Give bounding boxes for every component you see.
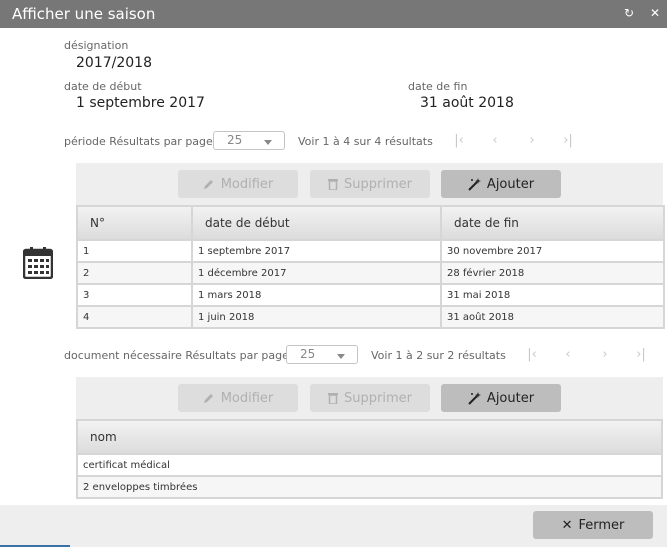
pencil-icon — [203, 394, 213, 403]
periods-header-row: N° date de début date de fin — [76, 205, 665, 241]
periods-modify-button[interactable]: Modifier — [178, 170, 298, 198]
cell-end-date: 30 novembre 2017 — [440, 239, 665, 263]
cell-number: 2 — [76, 261, 193, 285]
last-page-icon[interactable]: ›| — [631, 346, 651, 364]
cell-name: certificat médical — [76, 453, 663, 477]
first-page-icon[interactable]: |‹ — [522, 346, 542, 364]
periods-delete-label: Supprimer — [344, 176, 412, 192]
close-button[interactable]: ✕ Fermer — [533, 511, 653, 539]
calendar-icon — [23, 247, 53, 279]
cell-start-date: 1 juin 2018 — [191, 305, 442, 329]
periods-pager-label: période Résultats par page — [64, 135, 213, 148]
window-titlebar: Afficher une saison ↻ ✕ — [0, 0, 667, 28]
documents-modify-label: Modifier — [220, 390, 274, 406]
column-header-number[interactable]: N° — [76, 205, 193, 241]
column-header-start-date[interactable]: date de début — [191, 205, 442, 241]
window-title: Afficher une saison — [12, 5, 156, 23]
column-header-name[interactable]: nom — [76, 419, 663, 455]
documents-toolbar: Modifier Supprimer Ajouter — [76, 377, 663, 419]
documents-delete-label: Supprimer — [344, 390, 412, 406]
table-row[interactable]: 1 1 septembre 2017 30 novembre 2017 — [76, 239, 665, 263]
close-icon[interactable]: ✕ — [647, 5, 663, 21]
table-row[interactable]: 2 enveloppes timbrées — [76, 475, 663, 499]
periods-page-size-value: 25 — [227, 133, 243, 147]
cell-number: 3 — [76, 283, 193, 307]
periods-modify-label: Modifier — [220, 176, 274, 192]
next-page-icon[interactable]: › — [595, 346, 615, 364]
cell-start-date: 1 septembre 2017 — [191, 239, 442, 263]
documents-header-row: nom — [76, 419, 663, 455]
cell-number: 4 — [76, 305, 193, 329]
close-icon: ✕ — [561, 517, 573, 533]
refresh-icon[interactable]: ↻ — [621, 5, 637, 21]
previous-page-icon[interactable]: ‹ — [558, 346, 578, 364]
cell-name: 2 enveloppes timbrées — [76, 475, 663, 499]
cell-start-date: 1 mars 2018 — [191, 283, 442, 307]
periods-toolbar: Modifier Supprimer Ajouter — [76, 163, 663, 205]
trash-icon — [328, 179, 339, 190]
previous-page-icon[interactable]: ‹ — [485, 132, 505, 150]
pencil-icon — [203, 180, 213, 189]
table-row[interactable]: 2 1 décembre 2017 28 février 2018 — [76, 261, 665, 285]
cell-start-date: 1 décembre 2017 — [191, 261, 442, 285]
designation-value: 2017/2018 — [76, 55, 152, 71]
periods-pager: période Résultats par page 25 Voir 1 à 4… — [64, 131, 584, 151]
trash-icon — [328, 393, 339, 404]
documents-grid: Modifier Supprimer Ajouter nom certifica… — [76, 377, 663, 499]
close-button-label: Fermer — [578, 517, 625, 533]
start-date-label: date de début — [64, 80, 142, 93]
end-date-label: date de fin — [408, 80, 468, 93]
last-page-icon[interactable]: ›| — [558, 132, 578, 150]
chevron-down-icon — [337, 354, 345, 359]
documents-page-size-value: 25 — [300, 347, 316, 361]
periods-page-size-select[interactable]: 25 — [213, 131, 285, 150]
first-page-icon[interactable]: |‹ — [449, 132, 469, 150]
documents-delete-button[interactable]: Supprimer — [310, 384, 430, 412]
cell-end-date: 31 août 2018 — [440, 305, 665, 329]
magic-wand-icon — [468, 391, 481, 405]
documents-table: nom certificat médical 2 enveloppes timb… — [76, 419, 663, 499]
documents-results-info: Voir 1 à 2 sur 2 résultats — [371, 349, 506, 362]
cell-number: 1 — [76, 239, 193, 263]
periods-table: N° date de début date de fin 1 1 septemb… — [76, 205, 665, 329]
dialog-footer: ✕ Fermer — [0, 505, 667, 547]
start-date-value: 1 septembre 2017 — [76, 95, 205, 111]
designation-label: désignation — [64, 39, 129, 52]
documents-page-size-select[interactable]: 25 — [286, 345, 358, 364]
documents-add-label: Ajouter — [486, 390, 535, 406]
next-page-icon[interactable]: › — [522, 132, 542, 150]
periods-add-button[interactable]: Ajouter — [441, 170, 561, 198]
table-row[interactable]: 4 1 juin 2018 31 août 2018 — [76, 305, 665, 329]
table-row[interactable]: 3 1 mars 2018 31 mai 2018 — [76, 283, 665, 307]
documents-add-button[interactable]: Ajouter — [441, 384, 561, 412]
periods-delete-button[interactable]: Supprimer — [310, 170, 430, 198]
table-row[interactable]: certificat médical — [76, 453, 663, 477]
end-date-value: 31 août 2018 — [420, 95, 514, 111]
periods-results-info: Voir 1 à 4 sur 4 résultats — [298, 135, 433, 148]
cell-end-date: 31 mai 2018 — [440, 283, 665, 307]
column-header-end-date[interactable]: date de fin — [440, 205, 665, 241]
periods-add-label: Ajouter — [486, 176, 535, 192]
documents-pager: document nécessaire Résultats par page 2… — [64, 345, 659, 365]
magic-wand-icon — [468, 177, 481, 191]
periods-grid: Modifier Supprimer Ajouter N° date de dé… — [76, 163, 665, 329]
documents-modify-button[interactable]: Modifier — [178, 384, 298, 412]
documents-pager-label: document nécessaire Résultats par page — [64, 349, 289, 362]
cell-end-date: 28 février 2018 — [440, 261, 665, 285]
chevron-down-icon — [264, 140, 272, 145]
